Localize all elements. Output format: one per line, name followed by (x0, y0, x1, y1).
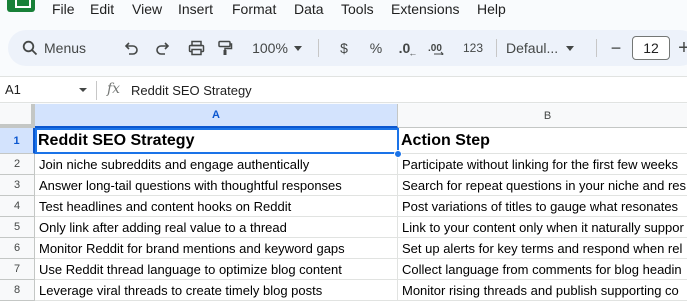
menu-format[interactable]: Format (232, 1, 276, 17)
fill-handle[interactable] (394, 150, 402, 158)
table-row: 5 Only link after adding real value to a… (0, 217, 687, 238)
menu-help[interactable]: Help (477, 1, 506, 17)
redo-icon (155, 40, 171, 56)
decrease-decimal-button[interactable]: .0 ← (396, 30, 420, 66)
row-header[interactable]: 1 (0, 128, 35, 154)
menu-insert[interactable]: Insert (178, 1, 213, 17)
row-header[interactable]: 5 (0, 217, 35, 238)
chevron-down-icon[interactable] (79, 88, 87, 92)
table-row: 7 Use Reddit thread language to optimize… (0, 259, 687, 280)
zoom-value: 100% (252, 40, 288, 56)
cell-b8[interactable]: Monitor rising threads and publish suppo… (398, 280, 687, 301)
table-row: 4 Test headlines and content hooks on Re… (0, 196, 687, 217)
menu-edit[interactable]: Edit (90, 1, 114, 17)
spreadsheet-grid: A B 1 Reddit SEO Strategy Action Step 2 … (0, 104, 687, 302)
formula-divider (96, 81, 97, 100)
chevron-down-icon (293, 45, 302, 51)
cell-b7[interactable]: Collect language from comments for blog … (398, 259, 687, 280)
row-header[interactable]: 7 (0, 259, 35, 280)
column-header-b[interactable]: B (398, 104, 687, 128)
menu-file[interactable]: File (52, 1, 75, 17)
chevron-down-icon (566, 45, 575, 51)
increase-font-size-button[interactable]: + (676, 30, 687, 66)
row-header[interactable]: 6 (0, 238, 35, 259)
paint-roller-icon (217, 40, 233, 56)
cell-a1[interactable]: Reddit SEO Strategy (35, 128, 398, 154)
formula-input[interactable]: Reddit SEO Strategy (131, 83, 252, 98)
table-row: 8 Leverage viral threads to create timel… (0, 280, 687, 301)
toolbar-divider (496, 39, 497, 57)
menu-extensions[interactable]: Extensions (391, 1, 459, 17)
cell-b4[interactable]: Post variations of titles to gauge what … (398, 196, 687, 217)
row-header[interactable]: 3 (0, 175, 35, 196)
undo-button[interactable] (120, 30, 142, 66)
select-all-corner[interactable] (0, 104, 35, 128)
table-row: 2 Join niche subreddits and engage authe… (0, 154, 687, 175)
svg-text:.00: .00 (428, 43, 442, 54)
cell-b2[interactable]: Participate without linking for the firs… (398, 154, 687, 175)
cell-a6[interactable]: Monitor Reddit for brand mentions and ke… (35, 238, 398, 259)
zoom-select[interactable]: 100% (248, 30, 306, 66)
redo-button[interactable] (152, 30, 174, 66)
toolbar-divider (318, 39, 319, 57)
font-select[interactable]: Defaul... (506, 30, 588, 66)
increase-decimal-button[interactable]: .00 (426, 30, 450, 66)
decrease-font-size-button[interactable]: − (606, 30, 626, 66)
menu-data[interactable]: Data (294, 1, 324, 17)
cell-b6[interactable]: Set up alerts for key terms and respond … (398, 238, 687, 259)
percent-button[interactable]: % (366, 30, 386, 66)
cell-a7[interactable]: Use Reddit thread language to optimize b… (35, 259, 398, 280)
font-size-input[interactable]: 12 (632, 36, 670, 60)
sheets-logo[interactable] (7, 0, 35, 12)
toolbar: Menus 100% $ % .0 ← .00 123 Defaul... − … (8, 30, 687, 66)
number-format-button[interactable]: 123 (460, 30, 486, 66)
menus-label: Menus (44, 40, 87, 56)
cell-b1[interactable]: Action Step (398, 128, 687, 154)
row-header[interactable]: 2 (0, 154, 35, 175)
print-button[interactable] (184, 30, 208, 66)
row-header[interactable]: 8 (0, 280, 35, 301)
cell-b3[interactable]: Search for repeat questions in your nich… (398, 175, 687, 196)
cell-a2[interactable]: Join niche subreddits and engage authent… (35, 154, 398, 175)
cell-b5[interactable]: Link to your content only when it natura… (398, 217, 687, 238)
fx-icon: fx (107, 81, 121, 97)
toolbar-divider (596, 39, 597, 57)
cell-a5[interactable]: Only link after adding real value to a t… (35, 217, 398, 238)
table-row: 1 Reddit SEO Strategy Action Step (0, 128, 687, 154)
menu-bar: File Edit View Insert Format Data Tools … (0, 0, 687, 22)
menus-search-button[interactable]: Menus (22, 30, 114, 66)
paint-format-button[interactable] (214, 30, 236, 66)
cell-a4[interactable]: Test headlines and content hooks on Redd… (35, 196, 398, 217)
column-header-a[interactable]: A (35, 104, 398, 128)
table-row: 3 Answer long-tail questions with though… (0, 175, 687, 196)
printer-icon (188, 40, 205, 56)
search-icon (22, 40, 38, 56)
arrow-left-icon: ← (408, 48, 418, 58)
increase-decimal-icon: .00 (428, 41, 448, 55)
currency-button[interactable]: $ (334, 30, 354, 66)
cell-a3[interactable]: Answer long-tail questions with thoughtf… (35, 175, 398, 196)
name-box[interactable]: A1 (5, 82, 21, 97)
cell-a8[interactable]: Leverage viral threads to create timely … (35, 280, 398, 301)
menu-tools[interactable]: Tools (341, 1, 374, 17)
formula-bar: A1 fx Reddit SEO Strategy (0, 76, 687, 103)
row-header[interactable]: 4 (0, 196, 35, 217)
table-row: 6 Monitor Reddit for brand mentions and … (0, 238, 687, 259)
undo-icon (123, 40, 139, 56)
menu-view[interactable]: View (132, 1, 162, 17)
font-name: Defaul... (506, 40, 559, 56)
